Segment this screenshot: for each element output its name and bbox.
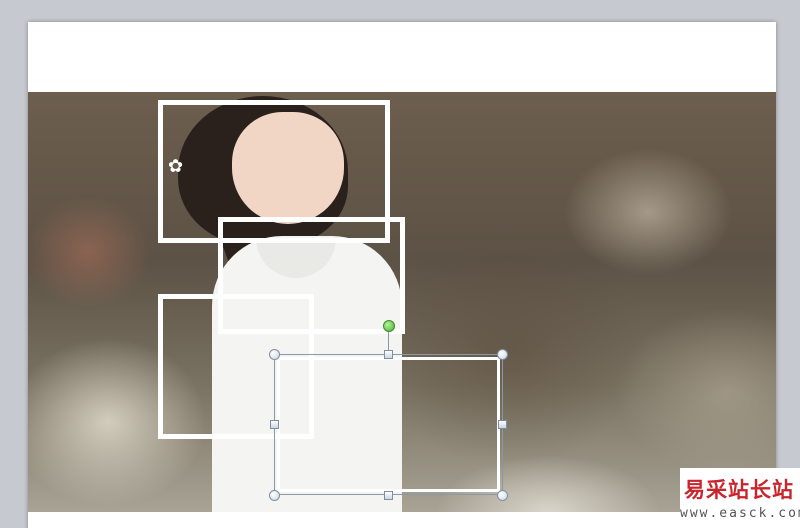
resize-handle-top-right[interactable] — [497, 349, 508, 360]
selection-box[interactable] — [274, 354, 503, 495]
resize-handle-bottom-left[interactable] — [269, 490, 280, 501]
resize-handle-bottom[interactable] — [384, 491, 393, 500]
resize-handle-top[interactable] — [384, 350, 393, 359]
resize-handle-left[interactable] — [270, 420, 279, 429]
resize-handle-top-left[interactable] — [269, 349, 280, 360]
editor-canvas: ✿ 易采站长站 www.easck.com — [0, 0, 800, 528]
resize-handle-right[interactable] — [498, 420, 507, 429]
watermark-url: www.easck.com — [680, 506, 800, 521]
rotate-handle[interactable] — [383, 320, 395, 332]
resize-handle-bottom-right[interactable] — [497, 490, 508, 501]
watermark-title: 易采站长站 — [684, 477, 794, 502]
